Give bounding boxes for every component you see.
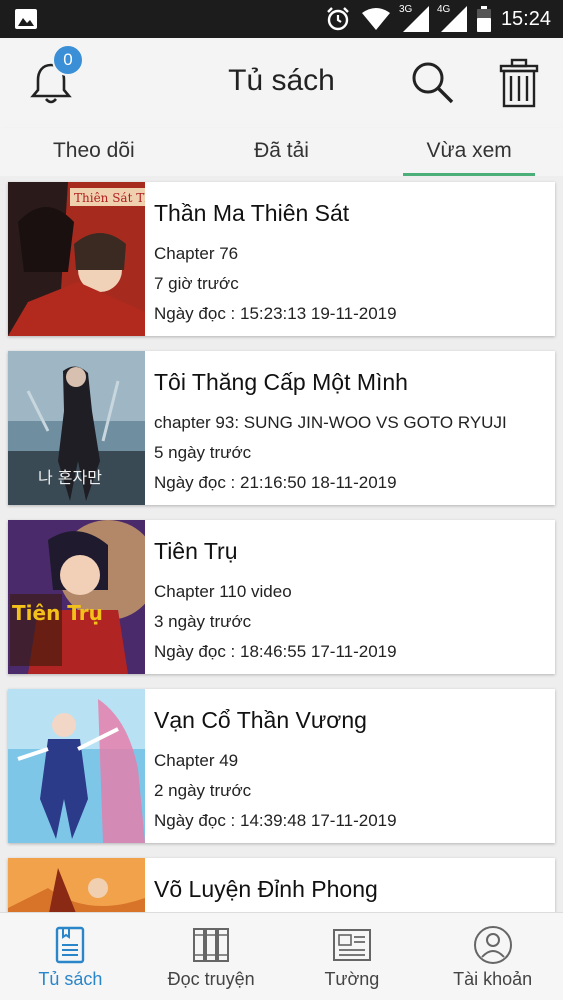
status-bar: 3G 4G 15:24 bbox=[0, 0, 563, 38]
comic-cover: 나 혼자만 bbox=[8, 351, 145, 505]
comic-updated-ago: 2 ngày trước bbox=[154, 781, 252, 800]
signal-3g: 3G bbox=[399, 4, 429, 32]
comic-card[interactable]: Thiên Sát Thần Thần Ma Thiên Sát Chapter… bbox=[8, 182, 555, 336]
nav-label: Tài khoản bbox=[453, 969, 533, 989]
signal-icon bbox=[440, 6, 467, 32]
newspaper-icon bbox=[332, 929, 371, 961]
signal-icon bbox=[402, 6, 429, 32]
image-notification-icon bbox=[15, 9, 37, 29]
cover-title-text: 나 혼자만 bbox=[38, 468, 102, 487]
bottom-navigation: Tủ sách Đọc truyện Tường Tài khoản bbox=[0, 912, 563, 1000]
app-header: 0 Tủ sách bbox=[0, 38, 563, 128]
search-button[interactable] bbox=[408, 58, 456, 106]
clock: 15:24 bbox=[500, 7, 551, 30]
nav-wall[interactable]: Tường bbox=[282, 913, 423, 1000]
comic-updated-ago: 3 ngày trước bbox=[154, 612, 252, 631]
tab-bar: Theo dõi Đã tải Vừa xem bbox=[0, 128, 563, 176]
comic-cover: Tiên Trụ bbox=[8, 520, 145, 674]
books-icon bbox=[193, 928, 230, 962]
nav-account[interactable]: Tài khoản bbox=[422, 913, 563, 1000]
comic-card[interactable]: 나 혼자만 Tôi Thăng Cấp Một Mình chapter 93:… bbox=[8, 351, 555, 505]
comic-title: Võ Luyện Đỉnh Phong bbox=[154, 876, 378, 902]
cover-title-text: Thiên Sát Thần bbox=[74, 190, 145, 205]
bookshelf-icon bbox=[56, 926, 85, 964]
tab-following[interactable]: Theo dõi bbox=[0, 128, 188, 176]
nav-label: Tường bbox=[324, 969, 380, 989]
alarm-icon bbox=[327, 7, 349, 31]
wifi-icon bbox=[361, 8, 390, 30]
tab-downloaded[interactable]: Đã tải bbox=[188, 128, 376, 176]
comic-updated-ago: 5 ngày trước bbox=[154, 443, 252, 462]
comic-card[interactable]: Tiên Trụ Tiên Trụ Chapter 110 video 3 ng… bbox=[8, 520, 555, 674]
signal-4g: 4G bbox=[437, 4, 467, 32]
nav-bookshelf[interactable]: Tủ sách bbox=[0, 913, 141, 1000]
comic-title: Thần Ma Thiên Sát bbox=[154, 200, 350, 226]
comic-title: Tôi Thăng Cấp Một Mình bbox=[154, 369, 408, 395]
nav-label: Đọc truyện bbox=[167, 969, 255, 989]
nav-read-comics[interactable]: Đọc truyện bbox=[141, 913, 282, 1000]
comic-title: Tiên Trụ bbox=[154, 538, 238, 564]
comic-cover bbox=[8, 858, 145, 912]
comic-read-date: Ngày đọc : 18:46:55 17-11-2019 bbox=[154, 642, 397, 661]
comic-chapter: Chapter 76 bbox=[154, 244, 239, 263]
comic-read-date: Ngày đọc : 15:23:13 19-11-2019 bbox=[154, 304, 397, 323]
comic-list[interactable]: Thiên Sát Thần Thần Ma Thiên Sát Chapter… bbox=[0, 176, 563, 912]
trash-icon bbox=[499, 58, 539, 108]
comic-cover bbox=[8, 689, 145, 843]
comic-chapter: Chapter 110 video bbox=[154, 582, 292, 601]
comic-read-date: Ngày đọc : 21:16:50 18-11-2019 bbox=[154, 473, 397, 492]
comic-updated-ago: 7 giờ trước bbox=[154, 274, 239, 293]
tab-recently-viewed[interactable]: Vừa xem bbox=[375, 128, 563, 176]
comic-title: Vạn Cổ Thần Vương bbox=[154, 707, 367, 733]
delete-button[interactable] bbox=[496, 58, 542, 108]
comic-card[interactable]: Vạn Cổ Thần Vương Chapter 49 2 ngày trướ… bbox=[8, 689, 555, 843]
search-icon bbox=[412, 62, 454, 104]
battery-icon bbox=[476, 6, 491, 32]
nav-label: Tủ sách bbox=[38, 969, 103, 989]
comic-chapter: Chapter 49 bbox=[154, 751, 239, 770]
cover-title-text: Tiên Trụ bbox=[12, 601, 103, 625]
comic-chapter: chapter 93: SUNG JIN-WOO VS GOTO RYUJI bbox=[154, 413, 507, 432]
comic-card[interactable]: Võ Luyện Đỉnh Phong bbox=[8, 858, 555, 912]
page-title: Tủ sách bbox=[228, 64, 335, 97]
comic-read-date: Ngày đọc : 14:39:48 17-11-2019 bbox=[154, 811, 397, 830]
comic-cover: Thiên Sát Thần bbox=[8, 182, 145, 336]
account-icon bbox=[473, 926, 512, 964]
